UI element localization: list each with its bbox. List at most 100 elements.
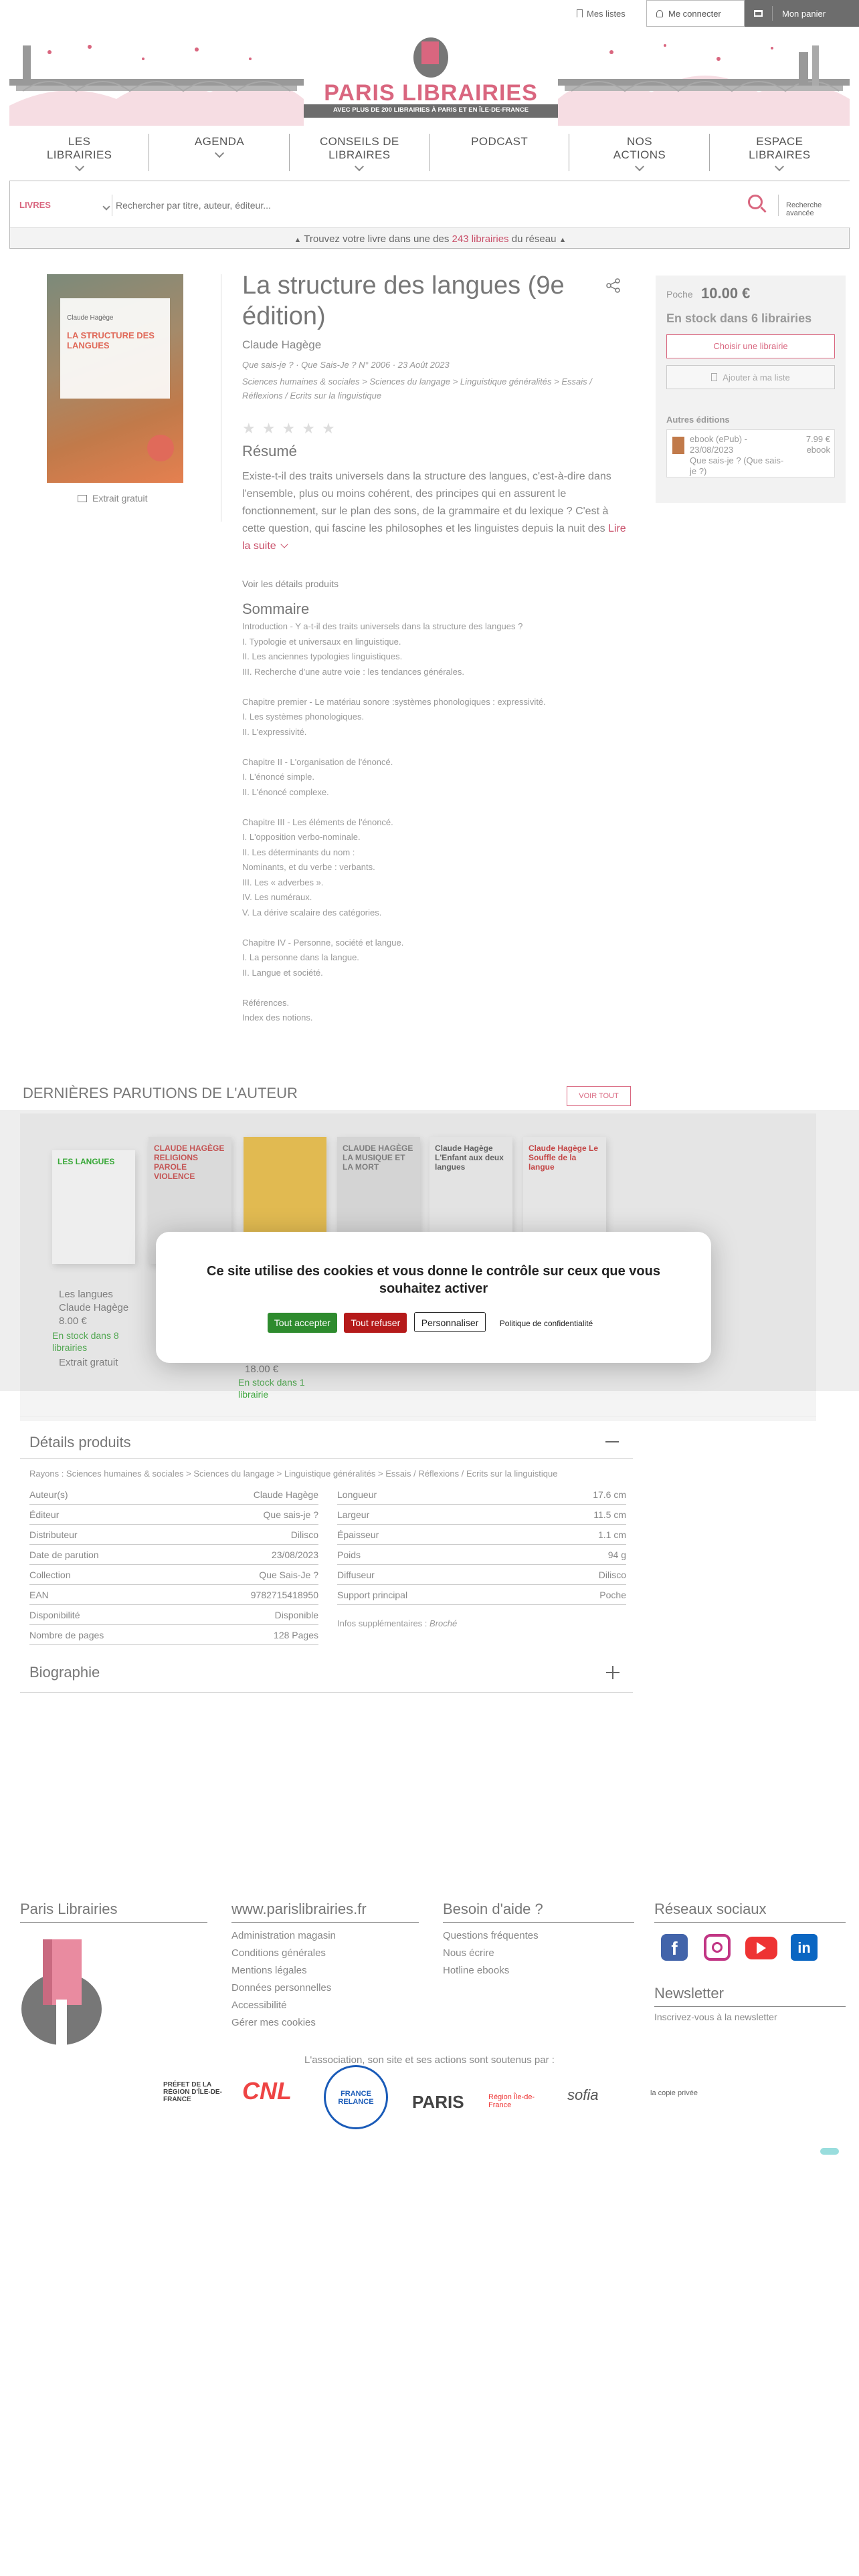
details-heading[interactable]: Détails produits [29, 1434, 131, 1451]
facebook-icon[interactable]: f [661, 1934, 688, 1961]
cookie-accept-button[interactable]: Tout accepter [267, 1313, 337, 1333]
bookmark-icon [711, 373, 718, 381]
nav-item-4[interactable]: NOS ACTIONS [569, 130, 710, 178]
footer-link[interactable]: Gérer mes cookies [231, 2014, 336, 2032]
detail-value: 128 Pages [274, 1629, 318, 1640]
detail-key: Auteur(s) [29, 1489, 68, 1500]
partner-logo[interactable]: la copie privée [650, 2089, 724, 2097]
cart-button[interactable]: Mon panier [745, 0, 859, 27]
share-icon[interactable] [606, 278, 621, 293]
collapse-icon[interactable] [605, 1441, 619, 1442]
detail-key: Diffuseur [337, 1569, 375, 1580]
detail-value: 17.6 cm [593, 1489, 626, 1500]
instagram-icon[interactable] [704, 1934, 731, 1961]
detail-value: Poche [599, 1589, 626, 1600]
detail-key: Éditeur [29, 1509, 60, 1520]
footer-link[interactable]: Administration magasin [231, 1927, 336, 1945]
main-nav: LES LIBRAIRIES AGENDA CONSEILS DE LIBRAIRE… [9, 130, 850, 178]
star-icon[interactable]: ★ [322, 420, 335, 437]
footer-link[interactable]: Mentions légales [231, 1962, 336, 1979]
footer-link[interactable]: Accessibilité [231, 1997, 336, 2014]
nav-item-label: NOS ACTIONS [613, 135, 666, 161]
my-lists-label: Mes listes [587, 8, 626, 19]
toc-line: II. Les déterminants du nom : [242, 847, 355, 857]
nav-item-label: CONSEILS DE LIBRAIRES [319, 135, 399, 161]
detail-key: Nombre de pages [29, 1629, 104, 1640]
star-icon[interactable]: ★ [242, 420, 256, 437]
footer-social-heading: Réseaux sociaux [654, 1901, 846, 1923]
footer-link[interactable]: Hotline ebooks [443, 1962, 539, 1979]
partner-logo[interactable]: CNL [242, 2077, 292, 2105]
back-to-top-icon[interactable] [820, 2148, 839, 2155]
edition-card[interactable]: ebook (ePub) - 23/08/2023 Que sais-je ? … [666, 429, 835, 477]
excerpt-link[interactable]: Extrait gratuit [78, 493, 147, 504]
toc-line [242, 980, 644, 996]
nav-item-label: PODCAST [471, 135, 529, 148]
detail-row: Longueur 17.6 cm [337, 1485, 626, 1505]
book-categories[interactable]: Sciences humaines & sociales > Sciences … [242, 374, 603, 403]
footer-logo[interactable] [20, 1939, 103, 2045]
detail-value: 23/08/2023 [271, 1549, 318, 1560]
choose-bookstore-button[interactable]: Choisir une librairie [666, 334, 835, 358]
site-logo[interactable]: PARIS LIBRAIRIES [307, 80, 555, 106]
nav-item-3[interactable]: PODCAST [430, 130, 570, 178]
detail-key: Longueur [337, 1489, 377, 1500]
header-banner: PARIS LIBRAIRIES AVEC PLUS DE 200 LIBRAI… [9, 32, 850, 126]
search-category-select[interactable]: LIVRES [19, 200, 51, 210]
add-to-list-button[interactable]: Ajouter à ma liste [666, 365, 835, 389]
youtube-icon[interactable] [745, 1937, 777, 1959]
cookie-customize-button[interactable]: Personnaliser [413, 1312, 486, 1332]
toc-line: Chapitre premier - Le matériau sonore :s… [242, 696, 546, 707]
nav-item-label: LES LIBRAIRIES [46, 135, 112, 161]
book-author-link[interactable]: Claude Hagège [242, 338, 321, 352]
footer-link[interactable]: Questions fréquentes [443, 1927, 539, 1945]
privacy-policy-link[interactable]: Politique de confidentialité [493, 1313, 599, 1333]
star-icon[interactable]: ★ [262, 420, 276, 437]
chevron-down-icon [775, 161, 785, 172]
detail-value: Dilisco [290, 1529, 318, 1540]
detail-key: Date de parution [29, 1549, 99, 1560]
cookie-banner: Ce site utilise des cookies et vous donn… [156, 1232, 711, 1363]
cookie-text: Ce site utilise des cookies et vous donn… [207, 1264, 660, 1296]
linkedin-icon[interactable]: in [791, 1934, 818, 1961]
newsletter-link[interactable]: Inscrivez-vous à la newsletter [654, 2012, 777, 2022]
nav-item-1[interactable]: AGENDA [149, 130, 290, 178]
nav-item-5[interactable]: ESPACE LIBRAIRES [710, 130, 850, 178]
toc-line: I. L'énoncé simple. [242, 772, 314, 782]
search-input[interactable] [116, 195, 745, 216]
star-icon[interactable]: ★ [282, 420, 295, 437]
detail-value: Que Sais-Je ? [259, 1569, 318, 1580]
rating-stars[interactable]: ★ ★ ★ ★ ★ [242, 420, 335, 437]
advanced-search-link[interactable]: Recherche avancée [786, 201, 849, 217]
book-cover[interactable]: Claude Hagège LA STRUCTURE DES LANGUES [47, 274, 183, 483]
partner-logo[interactable]: PARIS [412, 2077, 464, 2113]
star-icon[interactable]: ★ [302, 420, 315, 437]
footer-link[interactable]: Données personnelles [231, 1979, 336, 1997]
my-lists-link[interactable]: Mes listes [577, 5, 626, 21]
details-rayons: Rayons : Sciences humaines & sociales > … [29, 1469, 558, 1479]
see-all-button[interactable]: VOIR TOUT [567, 1086, 631, 1106]
partner-logo[interactable]: Région Île-de-France [488, 2093, 555, 2109]
login-button[interactable]: Me connecter [646, 0, 745, 27]
partner-logo[interactable]: sofia [567, 2086, 598, 2104]
footer-link[interactable]: Conditions générales [231, 1945, 336, 1962]
site-tagline: AVEC PLUS DE 200 LIBRAIRIES À PARIS ET E… [332, 106, 529, 114]
network-count-link[interactable]: 243 librairies [452, 233, 509, 245]
book-meta: Que sais-je ? · Que Sais-Je ? N° 2006 · … [242, 360, 450, 370]
nav-item-2[interactable]: CONSEILS DE LIBRAIRES [290, 130, 430, 178]
toc-line: Chapitre IV - Personne, société et langu… [242, 937, 404, 948]
cookie-refuse-button[interactable]: Tout refuser [344, 1313, 407, 1333]
footer-link[interactable]: Nous écrire [443, 1945, 539, 1962]
biography-heading[interactable]: Biographie [29, 1664, 100, 1681]
chevron-down-icon [214, 148, 225, 158]
detail-value: 11.5 cm [593, 1509, 626, 1520]
bookmark-icon [577, 9, 583, 17]
footer-site-heading: www.parislibrairies.fr [231, 1901, 419, 1923]
nav-item-0[interactable]: LES LIBRAIRIES [9, 130, 150, 178]
partner-logo[interactable]: FRANCE RELANCE [324, 2065, 388, 2129]
product-details-link[interactable]: Voir les détails produits [242, 578, 339, 589]
toc-line: V. La dérive scalaire des catégories. [242, 907, 382, 918]
partner-logo[interactable]: PRÉFET DE LA RÉGION D'ÎLE-DE-FRANCE [163, 2081, 230, 2103]
detail-value: 1.1 cm [597, 1529, 626, 1540]
login-label: Me connecter [668, 8, 721, 19]
